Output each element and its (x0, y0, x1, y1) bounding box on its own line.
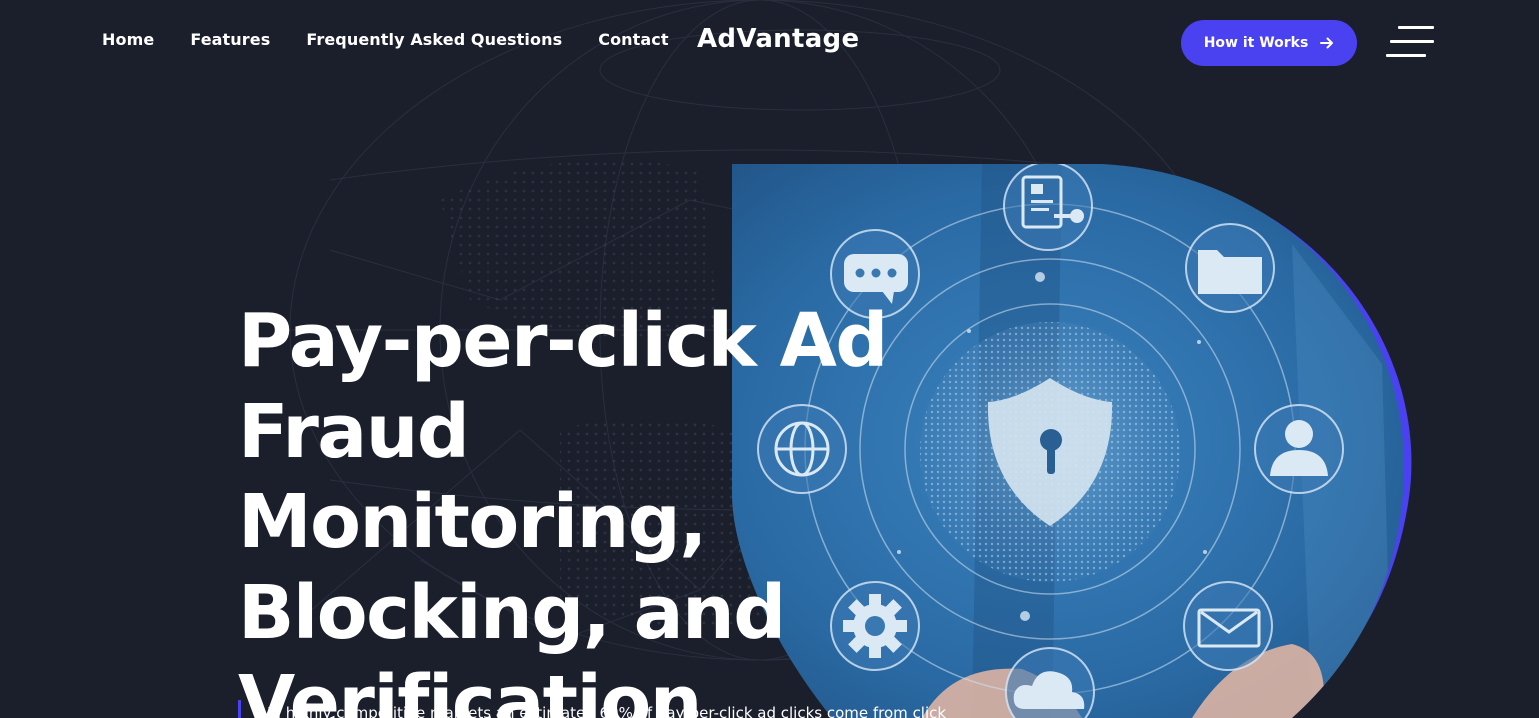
how-it-works-label: How it Works (1203, 35, 1309, 51)
hero-headline: Pay-per-click Ad Fraud Monitoring, Block… (238, 296, 958, 718)
headline-line: Fraud Monitoring, (238, 388, 707, 566)
landing-page: Home Features Frequently Asked Questions… (0, 0, 1539, 718)
nav-contact-link[interactable]: Contact (598, 30, 668, 49)
arrow-right-icon (1320, 37, 1334, 49)
nav-faq-link[interactable]: Frequently Asked Questions (306, 30, 562, 49)
main-nav: Home Features Frequently Asked Questions… (102, 30, 669, 49)
headline-line: Pay-per-click Ad (238, 298, 888, 384)
nav-features-link[interactable]: Features (190, 30, 270, 49)
hero-intro-text: In highly competitive markets an estimat… (238, 700, 946, 718)
headline-line: Blocking, and (238, 569, 786, 656)
nav-home-link[interactable]: Home (102, 30, 154, 49)
hamburger-menu-icon[interactable] (1386, 26, 1434, 58)
how-it-works-button[interactable]: How it Works (1181, 20, 1357, 66)
brand-logo[interactable]: AdVantage (697, 24, 859, 54)
